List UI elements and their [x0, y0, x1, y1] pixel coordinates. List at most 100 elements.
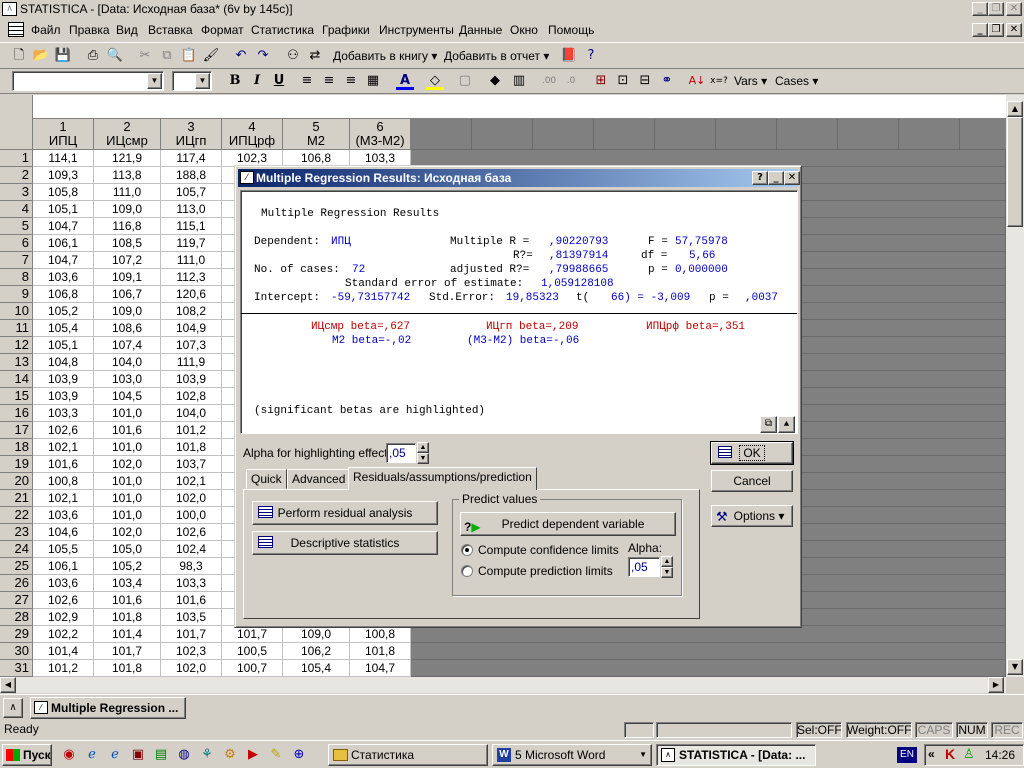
data-cell[interactable]: 105,7: [161, 184, 222, 201]
descriptive-statistics-button[interactable]: Descriptive statistics: [252, 531, 438, 555]
tray-expand-icon[interactable]: «: [928, 747, 935, 761]
row-header[interactable]: 18: [0, 439, 33, 456]
cancel-button[interactable]: Cancel: [711, 470, 793, 492]
cases-specs-icon[interactable]: ⚭: [658, 72, 676, 90]
predict-dependent-button[interactable]: ?▶ Predict dependent variable: [460, 512, 676, 536]
row-header[interactable]: 22: [0, 507, 33, 524]
data-cell[interactable]: 98,3: [161, 558, 222, 575]
task-statistica[interactable]: ∧ STATISTICA - [Data: ...: [656, 744, 816, 766]
data-cell[interactable]: 100,7: [222, 660, 283, 677]
prediction-label[interactable]: Compute prediction limits: [478, 564, 613, 578]
row-header[interactable]: 19: [0, 456, 33, 473]
row-header[interactable]: 11: [0, 320, 33, 337]
font-size-combobox[interactable]: ▼: [172, 71, 212, 91]
data-cell[interactable]: 188,8: [161, 167, 222, 184]
alpha-spin-up[interactable]: ▲: [417, 442, 429, 453]
data-cell[interactable]: 109,0: [283, 626, 350, 643]
data-cell[interactable]: 106,7: [94, 286, 161, 303]
quicklaunch-app3-icon[interactable]: ◍: [175, 746, 193, 764]
data-cell[interactable]: 101,8: [94, 609, 161, 626]
data-cell[interactable]: 114,1: [33, 150, 94, 167]
row-header[interactable]: 5: [0, 218, 33, 235]
data-cell[interactable]: 109,3: [33, 167, 94, 184]
data-cell[interactable]: 102,0: [161, 660, 222, 677]
row-header[interactable]: 15: [0, 388, 33, 405]
align-right-icon[interactable]: ≡: [342, 72, 360, 90]
data-cell[interactable]: 105,1: [33, 201, 94, 218]
row-header[interactable]: 16: [0, 405, 33, 422]
corner-cell[interactable]: [0, 95, 33, 150]
data-cell[interactable]: 105,2: [33, 303, 94, 320]
data-cell[interactable]: 111,0: [161, 252, 222, 269]
residual-analysis-button[interactable]: Perform residual analysis: [252, 501, 438, 525]
data-cell[interactable]: 101,6: [94, 592, 161, 609]
data-cell[interactable]: 101,6: [94, 422, 161, 439]
data-cell[interactable]: 103,3: [161, 575, 222, 592]
data-cell[interactable]: 103,9: [33, 388, 94, 405]
tab-advanced[interactable]: Advanced: [287, 469, 351, 489]
tray-antivirus-icon[interactable]: K: [945, 746, 955, 762]
confidence-label[interactable]: Compute confidence limits: [478, 543, 619, 557]
quicklaunch-app4-icon[interactable]: ⚘: [198, 746, 216, 764]
add-to-report-menu[interactable]: Добавить в отчет ▾: [444, 49, 549, 63]
paste-icon[interactable]: 📋: [180, 47, 198, 65]
data-cell[interactable]: 119,7: [161, 235, 222, 252]
font-color-icon[interactable]: A: [396, 72, 414, 90]
alpha-spin-down[interactable]: ▼: [417, 453, 429, 464]
undo-icon[interactable]: ↶: [232, 47, 250, 65]
data-cell[interactable]: 102,6: [161, 524, 222, 541]
marker-icon[interactable]: ◆: [486, 72, 504, 90]
menu-data[interactable]: Данные: [459, 23, 502, 37]
data-cell[interactable]: 112,3: [161, 269, 222, 286]
expand-results-button[interactable]: ▲: [778, 416, 795, 433]
row-header[interactable]: 7: [0, 252, 33, 269]
help-pointer-icon[interactable]: ?: [582, 47, 600, 65]
row-header[interactable]: 26: [0, 575, 33, 592]
data-cell[interactable]: 101,0: [94, 439, 161, 456]
data-cell[interactable]: 109,1: [94, 269, 161, 286]
menu-insert[interactable]: Вставка: [148, 23, 193, 37]
column-header[interactable]: 6 (M3-M2): [350, 119, 411, 150]
add-to-book-menu[interactable]: Добавить в книгу ▾: [333, 49, 437, 63]
book-icon[interactable]: 📕: [560, 47, 578, 65]
font-name-combobox[interactable]: ▼: [12, 71, 164, 91]
data-cell[interactable]: 103,6: [33, 507, 94, 524]
row-header[interactable]: 13: [0, 354, 33, 371]
minimize-button[interactable]: _: [972, 2, 988, 16]
print-preview-icon[interactable]: 🔍: [106, 47, 124, 65]
doc-restore-button[interactable]: ❐: [988, 23, 1004, 37]
scroll-left-button[interactable]: ◀: [0, 677, 16, 693]
increase-decimal-icon[interactable]: .00: [540, 72, 558, 90]
data-cell[interactable]: 104,0: [94, 354, 161, 371]
quicklaunch-app8-icon[interactable]: ⊕: [290, 746, 308, 764]
data-cell[interactable]: 102,3: [161, 643, 222, 660]
menu-format[interactable]: Формат: [201, 23, 244, 37]
data-cell[interactable]: 102,6: [33, 592, 94, 609]
data-cell[interactable]: 101,0: [94, 490, 161, 507]
formula-icon[interactable]: x=?: [710, 72, 728, 90]
data-cell[interactable]: 115,1: [161, 218, 222, 235]
copy-icon[interactable]: ⧉: [158, 47, 176, 65]
column-header[interactable]: 5 M2: [283, 119, 350, 150]
menu-file[interactable]: Файл: [31, 23, 61, 37]
data-cell[interactable]: 104,7: [33, 218, 94, 235]
data-cell[interactable]: 104,9: [161, 320, 222, 337]
window-tab-regression[interactable]: ⁄ Multiple Regression ...: [30, 697, 186, 719]
row-header[interactable]: 6: [0, 235, 33, 252]
row-header[interactable]: 23: [0, 524, 33, 541]
save-icon[interactable]: 💾: [54, 47, 72, 65]
bold-button[interactable]: B: [226, 72, 244, 90]
data-cell[interactable]: 101,0: [94, 473, 161, 490]
data-cell[interactable]: 105,8: [33, 184, 94, 201]
data-cell[interactable]: 103,0: [94, 371, 161, 388]
start-button[interactable]: Пуск: [2, 744, 52, 766]
dialog-minimize-button[interactable]: _: [768, 171, 784, 185]
quicklaunch-app7-icon[interactable]: ✎: [267, 746, 285, 764]
maximize-button[interactable]: ❐: [988, 2, 1004, 16]
dialog-close-button[interactable]: ✕: [784, 171, 800, 185]
data-cell[interactable]: 103,5: [161, 609, 222, 626]
font-dropdown-arrow[interactable]: ▼: [147, 73, 162, 89]
row-header[interactable]: 12: [0, 337, 33, 354]
data-cell[interactable]: 101,8: [161, 439, 222, 456]
row-header[interactable]: 24: [0, 541, 33, 558]
